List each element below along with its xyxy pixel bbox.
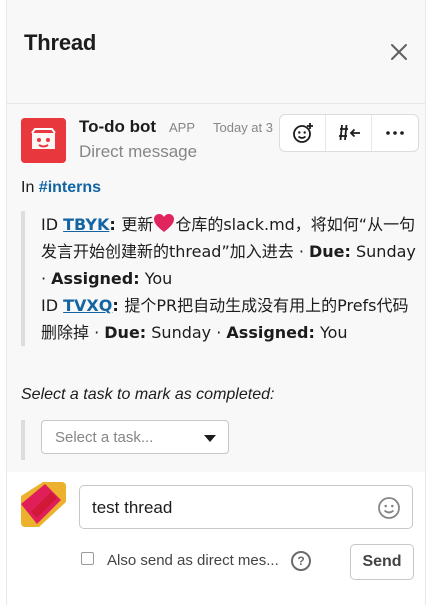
reply-input-text: test thread [92,498,173,517]
app-badge: APP [169,120,196,135]
task-select-block: Select a task... [21,420,229,460]
share-thread-button[interactable] [326,115,372,151]
heart-icon [154,214,175,232]
help-icon[interactable]: ? [291,551,311,571]
message-subtitle: Direct message [79,142,198,161]
also-send-label[interactable]: Also send as direct mes... [107,552,279,569]
channel-link[interactable]: #interns [39,179,101,196]
task-id-prefix: ID [41,296,64,315]
task-id-separator: : [109,215,122,234]
reply-composer: test thread Also send as direct mes... ?… [7,472,425,605]
task-list: ID TBYK: 更新 仓库的slack.md，将如何“从一句发言开始创建新的th… [21,211,416,346]
bot-logo-icon [21,118,66,163]
also-send-checkbox[interactable] [81,552,94,565]
assigned-value: You [139,269,173,288]
bot-avatar[interactable] [21,118,66,163]
in-prefix: In [21,179,39,196]
task-text: 更新 [121,215,154,234]
thread-panel: Thread To-do bot APP Today at 3 Direct m… [6,0,426,605]
emoji-button[interactable] [377,496,401,520]
due-label: Due: [104,323,147,342]
close-button[interactable] [387,40,411,64]
close-icon [391,44,407,60]
user-avatar-icon [21,482,66,527]
task-item: ID TVXQ: 提个PR把自动生成没有用上的Prefs代码删除掉 · Due:… [41,292,416,346]
chevron-down-icon [204,435,216,442]
more-actions-button[interactable] [372,115,418,151]
sender-name[interactable]: To-do bot [79,117,156,137]
send-button[interactable]: Send [350,544,414,580]
message-actions [279,114,419,152]
due-label: Due: [309,242,351,261]
task-id-link[interactable]: TBYK [63,215,109,234]
assigned-value: You [314,323,348,342]
task-item: ID TBYK: 更新 仓库的slack.md，将如何“从一句发言开始创建新的th… [41,211,416,292]
task-select[interactable]: Select a task... [41,420,229,454]
task-id-separator: : [112,296,125,315]
task-select-placeholder: Select a task... [55,429,154,446]
thread-header: Thread [7,0,425,104]
user-avatar[interactable] [21,482,66,527]
add-reaction-button[interactable] [280,115,326,151]
emoji-icon [378,497,400,519]
assigned-label: Assigned: [226,323,315,342]
select-instruction: Select a task to mark as completed: [21,386,275,403]
share-thread-icon [338,124,360,141]
task-id-link[interactable]: TVXQ [63,296,112,315]
assigned-label: Assigned: [51,269,140,288]
add-reaction-icon [292,123,313,143]
due-value: Sunday · [146,323,227,342]
task-id-prefix: ID [41,215,64,234]
message-timestamp[interactable]: Today at 3 [213,120,273,135]
more-icon [386,131,404,135]
channel-context: In #interns [21,179,101,197]
thread-title: Thread [24,30,97,55]
reply-input[interactable]: test thread [79,485,413,529]
bot-message: To-do bot APP Today at 3 Direct message [7,104,425,472]
